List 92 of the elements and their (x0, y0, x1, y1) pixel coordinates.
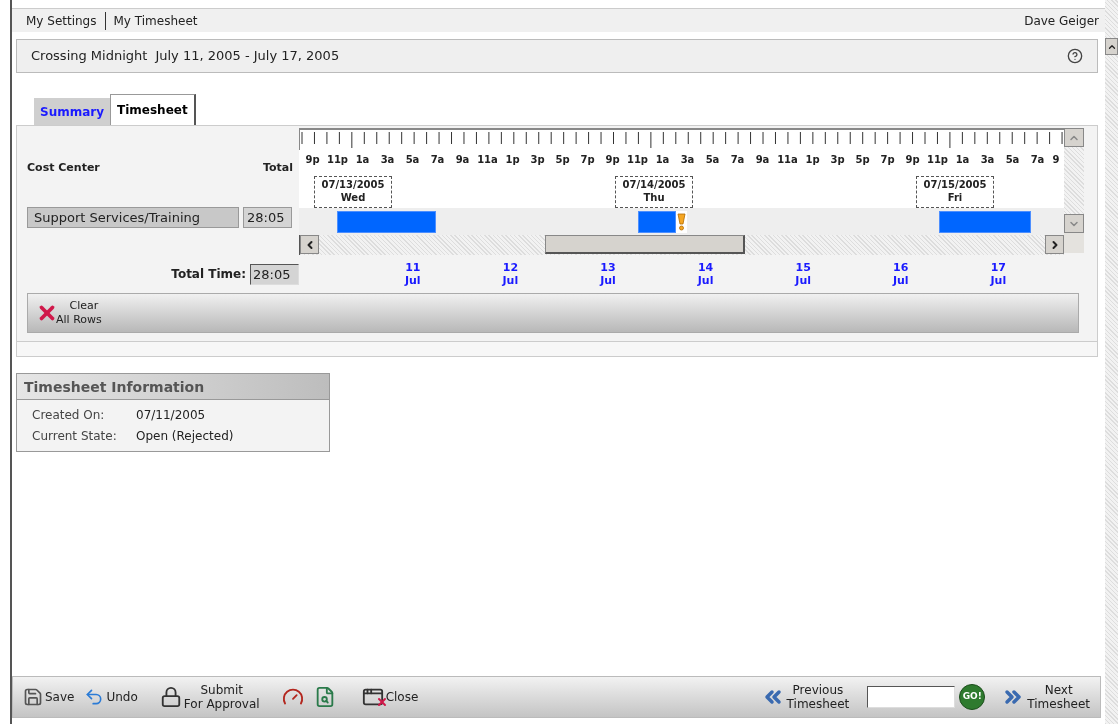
marker-day: Thu (643, 191, 665, 204)
hour-label: 3p (829, 152, 846, 167)
hour-label: 1p (504, 152, 521, 167)
hour-label: 7a (1029, 152, 1046, 167)
day-month[interactable]: Jul (404, 274, 421, 287)
hour-label: 3a (979, 152, 996, 167)
hour-label: 5a (704, 152, 721, 167)
day-number[interactable]: 15 (795, 261, 811, 274)
hour-label: 5a (1004, 152, 1021, 167)
hour-label: 3p (529, 152, 546, 167)
day-month[interactable]: Jul (892, 274, 909, 287)
page-scroll-up-button[interactable] (1105, 38, 1118, 55)
scroll-right-button[interactable] (1045, 235, 1064, 254)
day-month[interactable]: Jul (990, 274, 1007, 287)
page-scrollbar[interactable] (1105, 0, 1118, 724)
hour-label: 9a (754, 152, 771, 167)
scroll-left-button[interactable] (300, 235, 319, 254)
hour-label: 3a (679, 152, 696, 167)
scrollbar-corner (1064, 233, 1084, 253)
hour-label: 7a (729, 152, 746, 167)
lock-icon (159, 686, 182, 708)
row-total-cell: 28:05 (243, 207, 292, 228)
hour-label: 1a (654, 152, 671, 167)
hour-label: 5a (404, 152, 421, 167)
tab[interactable]: Summary (34, 98, 111, 125)
save-icon (23, 687, 43, 707)
vertical-scrollbar[interactable] (1064, 128, 1084, 233)
hour-label: 11p (625, 152, 650, 167)
hour-label: 3a (379, 152, 396, 167)
nav-link[interactable]: My Timesheet (113, 11, 198, 30)
day-number[interactable]: 17 (990, 261, 1006, 274)
hour-label: 5p (854, 152, 871, 167)
info-label: Current State: (32, 428, 118, 445)
nav-link[interactable]: My Settings (26, 11, 97, 30)
hour-label: 1p (804, 152, 821, 167)
hour-label: 11a (476, 152, 499, 167)
marker-date: 07/15/2005 (923, 178, 987, 191)
day-number[interactable]: 12 (502, 261, 519, 274)
scroll-up-button[interactable] (1064, 128, 1084, 147)
marker-day: Wed (340, 191, 366, 204)
total-time-value: 28:05 (250, 263, 299, 285)
hour-label: 5p (554, 152, 571, 167)
save-toolbar-button[interactable]: Save (23, 687, 75, 707)
hour-label: 11p (925, 152, 950, 167)
marker-day: Fri (947, 191, 963, 204)
submit-toolbar-button[interactable]: Submit For Approval (159, 683, 260, 711)
previous-timesheet-button[interactable]: Previous Timesheet (760, 683, 850, 711)
tab[interactable]: Timesheet (110, 94, 196, 125)
help-icon[interactable] (1067, 48, 1083, 64)
hour-label: 9 (1051, 152, 1061, 167)
marker-date: 07/13/2005 (321, 178, 385, 191)
header-date-range: July 11, 2005 - July 17, 2005 (155, 47, 340, 66)
column-header: Cost Center (27, 159, 100, 176)
user-name: Dave Geiger (1024, 12, 1099, 30)
day-month[interactable]: Jul (600, 274, 616, 287)
day-month[interactable]: Jul (502, 274, 519, 287)
info-panel-title: Timesheet Information (17, 374, 329, 400)
next-timesheet-button[interactable]: Next Timesheet (1001, 683, 1090, 711)
hour-label: 1a (954, 152, 971, 167)
hour-label: 9p (604, 152, 621, 167)
day-month[interactable]: Jul (697, 274, 714, 287)
hour-label: 7p (879, 152, 896, 167)
hour-label: 11a (776, 152, 799, 167)
column-header: Total (262, 159, 293, 176)
hour-label: 7p (579, 152, 596, 167)
hour-label: 9a (454, 152, 471, 167)
cost-center-cell: Support Services/Training (27, 207, 239, 228)
hour-label: 7a (429, 152, 446, 167)
info-label: Created On: (32, 407, 106, 424)
hour-label: 1a (354, 152, 371, 167)
header-title: Crossing Midnight (31, 47, 148, 66)
clear-all-rows-button[interactable]: Clear All Rows (36, 299, 102, 327)
day-month[interactable]: Jul (795, 274, 811, 287)
total-time-label: Total Time: (171, 266, 246, 283)
day-number[interactable]: 13 (600, 261, 616, 274)
day-number[interactable]: 16 (893, 261, 909, 274)
undo-toolbar-button[interactable]: Undo (84, 687, 138, 707)
warning-icon[interactable] (676, 211, 687, 233)
marker-date: 07/14/2005 (622, 178, 686, 191)
info-value: Open (Rejected) (136, 428, 234, 445)
close-window-icon (361, 686, 384, 708)
close-toolbar-button[interactable]: Close (361, 686, 419, 708)
day-number[interactable]: 11 (405, 261, 421, 274)
hour-label: 11p (325, 152, 350, 167)
hour-label: 9p (304, 152, 321, 167)
day-number[interactable]: 14 (697, 261, 714, 274)
horizontal-scrollbar[interactable] (299, 235, 1064, 255)
timesheet-input-field[interactable] (867, 686, 956, 708)
go-button[interactable]: GO! (959, 684, 986, 710)
scrollbar-thumb[interactable] (545, 235, 745, 254)
info-value: 07/11/2005 (136, 407, 206, 424)
hour-label: 9p (904, 152, 921, 167)
